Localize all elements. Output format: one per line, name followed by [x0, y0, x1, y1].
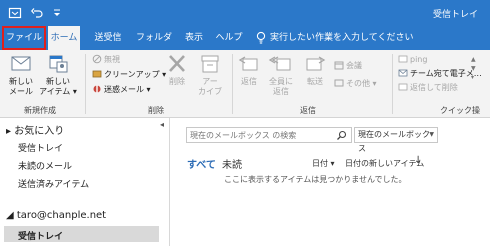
sort-direction-arrow[interactable]: ↓	[414, 155, 422, 166]
account-label: taro@chanple.net	[16, 210, 107, 221]
delete-label: 削除	[169, 77, 185, 86]
group-label-respond: 返信	[300, 106, 316, 115]
quickstep-reply-delete[interactable]: 返信して削除	[398, 82, 458, 94]
quickstep-ping-label: ping	[410, 55, 428, 64]
ribbon-separator	[85, 54, 86, 114]
folder-inbox-selected[interactable]: 受信トレイ	[4, 226, 159, 242]
group-label-delete: 削除	[148, 106, 164, 115]
favorites-label: お気に入り	[14, 126, 65, 137]
chevron-down-icon: ▼	[429, 131, 434, 138]
new-mail-button[interactable]: 新しい メール	[6, 53, 36, 97]
reply-icon	[238, 56, 258, 71]
junk-label: 迷惑メール ▾	[104, 85, 151, 94]
search-scope-dropdown[interactable]: 現在のメールボックス ▼	[354, 127, 438, 153]
tab-help[interactable]: ヘルプ	[212, 26, 246, 50]
filter-all-tab[interactable]: すべて	[187, 156, 216, 171]
search-scope-label: 現在のメールボックス	[358, 130, 430, 153]
forward-label: 転送	[307, 77, 323, 86]
collapse-pane-icon[interactable]: ◂	[160, 120, 164, 129]
sort-order-button[interactable]: 日付の新しいアイテム	[345, 158, 424, 169]
folder-pane: ▸ お気に入り ◂ 受信トレイ 未読のメール 送信済みアイテム ◢ taro@c…	[0, 118, 170, 246]
quickstep-team-email[interactable]: チーム宛て電子メ…	[398, 68, 482, 80]
folder-inbox-favorite[interactable]: 受信トレイ	[18, 141, 63, 154]
ribbon-separator	[392, 54, 393, 114]
customize-dropdown-icon[interactable]	[50, 6, 64, 20]
ribbon-separator	[232, 54, 233, 114]
forward-icon	[306, 56, 326, 71]
cleanup-icon	[92, 70, 102, 78]
reply-all-label-1: 全員に	[269, 77, 293, 86]
folder-unread-mail[interactable]: 未読のメール	[18, 159, 72, 172]
tab-send-receive[interactable]: 送受信	[88, 26, 128, 50]
search-box[interactable]	[186, 127, 352, 143]
ribbon-tab-bar: ファイル ホーム 送受信 フォルダー 表示 ヘルプ 実行したい作業を入力してくだ…	[0, 26, 490, 67]
junk-icon	[93, 85, 101, 93]
title-bar: 受信トレイ	[0, 0, 490, 26]
new-items-icon	[49, 55, 68, 73]
cleanup-button[interactable]: クリーンアップ ▾	[92, 69, 166, 81]
search-input[interactable]	[190, 130, 330, 141]
account-header[interactable]: ◢ taro@chanple.net	[6, 210, 106, 221]
meeting-label: 会議	[346, 61, 362, 70]
new-mail-label-1: 新しい	[9, 77, 33, 86]
folder-sent-items[interactable]: 送信済みアイテム	[18, 177, 89, 190]
tab-view[interactable]: 表示	[180, 26, 208, 50]
ignore-button[interactable]: 無視	[92, 54, 120, 66]
ignore-label: 無視	[104, 55, 120, 64]
new-mail-label-2: メール	[9, 87, 33, 96]
new-items-button[interactable]: 新しい アイテム ▾	[38, 53, 78, 97]
quickstep-ping-icon	[398, 55, 408, 63]
ignore-icon	[92, 54, 102, 64]
send-receive-icon[interactable]	[8, 6, 22, 20]
sort-by-dropdown[interactable]: 日付 ▾	[312, 158, 335, 169]
archive-button[interactable]: アー カイブ	[196, 53, 224, 97]
group-label-new: 新規作成	[24, 106, 56, 115]
archive-label-2: カイブ	[198, 87, 222, 96]
reply-label: 返信	[241, 77, 257, 86]
reply-button[interactable]: 返信	[236, 53, 262, 87]
tab-folder[interactable]: フォルダー	[132, 26, 176, 67]
empty-list-message: ここに表示するアイテムは見つかりませんでした。	[224, 175, 407, 184]
lightbulb-icon	[256, 31, 266, 45]
team-email-icon	[398, 69, 408, 77]
quickstep-reply-delete-label: 返信して削除	[410, 83, 458, 92]
tell-me-box[interactable]: 実行したい作業を入力してください	[270, 26, 413, 50]
favorites-header[interactable]: ▸ お気に入り	[6, 122, 64, 137]
new-mail-icon	[11, 56, 31, 71]
delete-button[interactable]: 削除	[164, 53, 190, 87]
new-items-label-2: アイテム ▾	[39, 87, 77, 96]
window-title: 受信トレイ	[432, 10, 478, 20]
reply-delete-icon	[398, 83, 408, 91]
group-label-quicksteps: クイック操	[440, 106, 480, 115]
delete-icon	[169, 55, 185, 72]
undo-icon[interactable]	[30, 6, 44, 20]
folder-inbox-label: 受信トレイ	[18, 232, 64, 242]
ribbon-home: 新しい メール 新しい アイテム ▾ 新規作成 無視 クリーンアップ ▾ 迷惑メ…	[0, 50, 490, 118]
reply-all-icon	[268, 56, 291, 71]
archive-icon	[201, 55, 219, 73]
new-items-label-1: 新しい	[46, 77, 70, 86]
reply-all-button[interactable]: 全員に 返信	[266, 53, 296, 97]
junk-button[interactable]: 迷惑メール ▾	[92, 84, 151, 96]
forward-button[interactable]: 転送	[302, 53, 328, 87]
meeting-button[interactable]: 会議	[334, 60, 362, 72]
filter-unread-tab[interactable]: 未読	[222, 156, 242, 171]
search-icon[interactable]	[336, 130, 347, 141]
reply-all-label-2: 返信	[273, 87, 289, 96]
quickstep-ping[interactable]: ping	[398, 54, 427, 66]
more-respond-button[interactable]: その他 ▾	[334, 78, 377, 90]
meeting-icon	[334, 61, 344, 70]
tab-home[interactable]: ホーム	[48, 26, 80, 50]
more-respond-label: その他 ▾	[346, 79, 377, 88]
tab-file[interactable]: ファイル	[2, 26, 46, 50]
archive-label-1: アー	[202, 77, 218, 86]
quickstep-scroll-arrows[interactable]: ▲ ▼ ▾	[471, 55, 479, 82]
more-respond-icon	[334, 79, 344, 87]
cleanup-label: クリーンアップ ▾	[104, 70, 167, 79]
